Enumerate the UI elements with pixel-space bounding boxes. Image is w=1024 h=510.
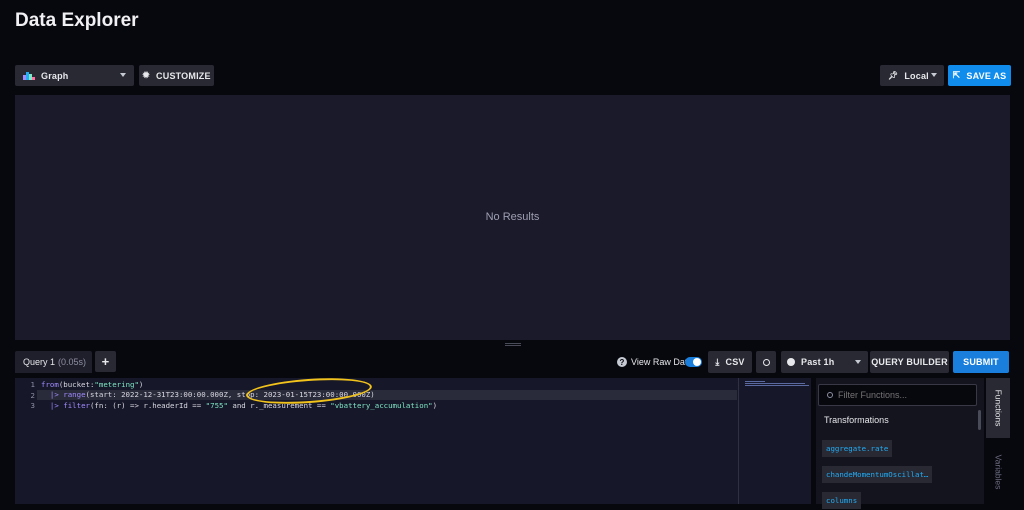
functions-section-title: Transformations (824, 415, 889, 425)
customize-button[interactable]: ✹ CUSTOMIZE (139, 65, 214, 86)
refresh-button[interactable] (756, 351, 776, 373)
tab-functions-label: Functions (993, 389, 1004, 427)
visualization-type-dropdown[interactable]: Graph (15, 65, 134, 86)
refresh-icon (762, 358, 770, 366)
minimap-line (745, 383, 805, 384)
minimap-line (745, 385, 809, 386)
add-query-button[interactable]: + (95, 351, 116, 372)
chevron-down-icon (855, 360, 861, 364)
code-line[interactable]: from(bucket:"metering") (41, 380, 143, 389)
function-item[interactable]: chandeMomentumOscillat… (822, 466, 933, 483)
clock-icon (787, 358, 795, 366)
save-as-button[interactable]: ⇱ SAVE AS (948, 65, 1011, 86)
toggle-knob (693, 358, 701, 366)
visualization-type-label: Graph (41, 70, 69, 81)
time-range-dropdown[interactable]: Past 1h (781, 351, 868, 373)
query-tab[interactable]: Query 1 (0.05s) (15, 351, 92, 373)
tab-variables-label: Variables (993, 454, 1003, 490)
search-icon (827, 392, 833, 398)
code-line[interactable]: |> filter(fn: (r) => r.headerId == "755"… (41, 401, 437, 410)
csv-label: CSV (725, 357, 745, 367)
customize-label: CUSTOMIZE (156, 70, 211, 81)
query-builder-button[interactable]: QUERY BUILDER (870, 351, 949, 373)
view-raw-data-label: ? View Raw Data (617, 357, 692, 367)
flux-script-editor[interactable]: 1 2 3 from(bucket:"metering") |> range(s… (15, 378, 738, 504)
export-icon: ⇱ (952, 70, 961, 80)
code-line-active[interactable]: |> range(start: 2022-12-31T23:00:00.000Z… (37, 390, 737, 400)
resize-handle[interactable] (505, 343, 521, 346)
page-title: Data Explorer (15, 10, 139, 31)
submit-button[interactable]: SUBMIT (953, 351, 1009, 373)
line-number-gutter: 1 2 3 (15, 378, 37, 504)
csv-download-button[interactable]: ⤓ CSV (708, 351, 752, 373)
timezone-dropdown[interactable]: 📌︎ Local (880, 65, 944, 86)
help-icon[interactable]: ? (617, 357, 627, 367)
tab-functions[interactable]: Functions (986, 378, 1010, 438)
no-results-message: No Results (485, 211, 540, 223)
view-raw-data-text: View Raw Data (631, 357, 693, 367)
line-number: 2 (30, 391, 35, 400)
timezone-label: Local (904, 70, 929, 81)
pin-icon: 📌︎ (888, 71, 899, 80)
function-item[interactable]: aggregate.rate (822, 440, 893, 457)
minimap-line (745, 381, 765, 382)
filter-functions-search[interactable] (818, 384, 977, 406)
query-tab-time: (0.05s) (58, 357, 87, 367)
view-raw-data-toggle[interactable] (685, 357, 702, 367)
functions-scrollbar[interactable] (978, 410, 981, 430)
save-as-label: SAVE AS (966, 70, 1007, 81)
time-range-label: Past 1h (801, 357, 835, 367)
chevron-down-icon (120, 73, 126, 77)
function-item[interactable]: columns (822, 492, 862, 509)
graph-panel: No Results (15, 95, 1010, 340)
download-icon: ⤓ (715, 356, 720, 367)
tab-variables[interactable]: Variables (986, 440, 1010, 504)
line-number: 1 (30, 380, 35, 389)
filter-functions-input[interactable] (838, 390, 968, 400)
line-number: 3 (30, 401, 35, 410)
chevron-down-icon (931, 73, 937, 77)
graph-icon (23, 71, 35, 80)
query-tab-label: Query 1 (23, 357, 56, 367)
editor-minimap[interactable] (738, 378, 811, 504)
gear-icon: ✹ (142, 70, 151, 80)
